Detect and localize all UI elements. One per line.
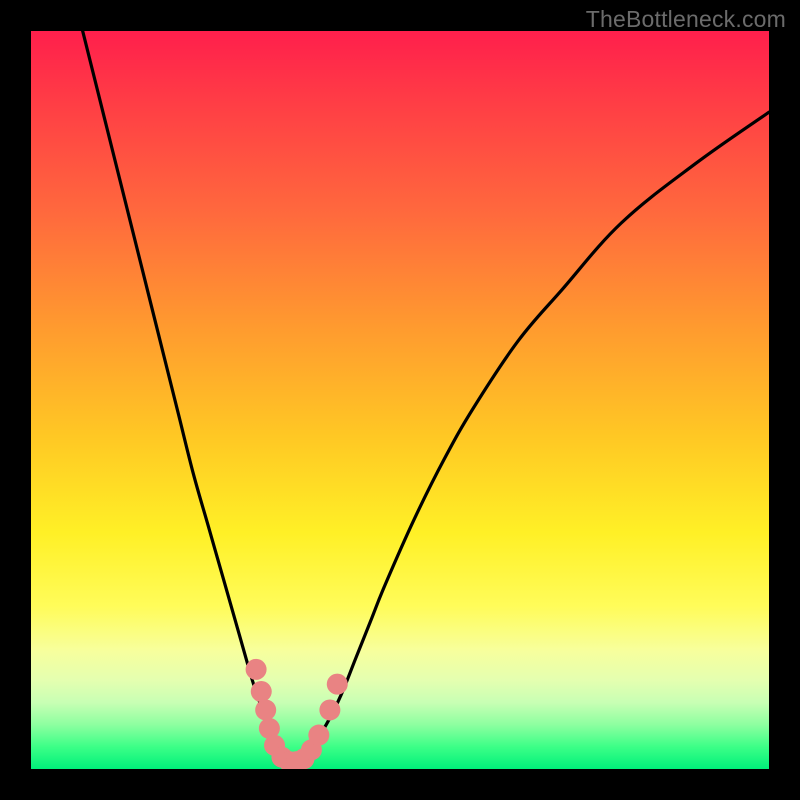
watermark-text: TheBottleneck.com: [586, 6, 786, 33]
chart-plot-area: [31, 31, 769, 769]
curve-marker: [251, 681, 272, 702]
curve-marker: [319, 699, 340, 720]
chart-svg: [31, 31, 769, 769]
curve-markers: [246, 659, 348, 769]
curve-marker: [327, 674, 348, 695]
chart-frame: TheBottleneck.com: [0, 0, 800, 800]
bottleneck-curve: [75, 31, 769, 762]
curve-marker: [246, 659, 267, 680]
curve-marker: [308, 725, 329, 746]
curve-marker: [255, 699, 276, 720]
